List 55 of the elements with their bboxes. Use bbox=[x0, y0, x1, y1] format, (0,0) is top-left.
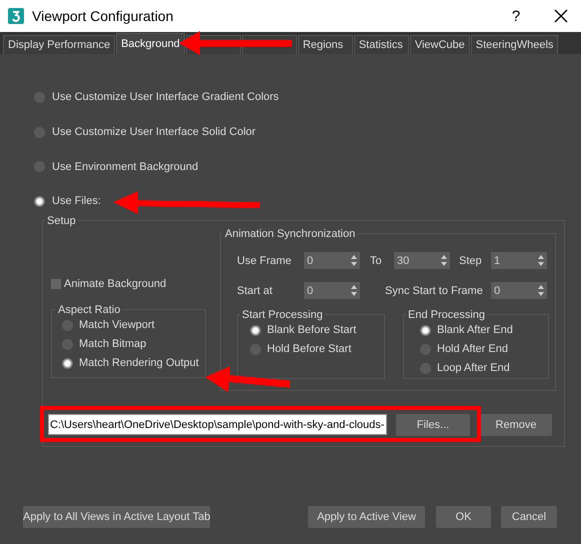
radio-button[interactable] bbox=[62, 358, 73, 369]
option-label: Use Customize User Interface Gradient Colors bbox=[52, 91, 279, 104]
number-spinner[interactable]: 0 bbox=[491, 282, 547, 300]
option-label: Blank Before Start bbox=[267, 324, 356, 336]
option-label: Match Rendering Output bbox=[79, 357, 199, 370]
ok-button[interactable]: OK bbox=[436, 506, 491, 528]
remove-button[interactable]: Remove bbox=[480, 414, 552, 436]
spinner-arrows-icon bbox=[351, 285, 357, 296]
tab[interactable]: ViewCube bbox=[410, 35, 470, 54]
option-label: Match Bitmap bbox=[79, 338, 146, 350]
option-label: Use Customize User Interface Solid Color bbox=[52, 126, 256, 138]
apply-active-button[interactable]: Apply to Active View bbox=[308, 506, 425, 528]
tab[interactable]: Background bbox=[116, 33, 185, 54]
files-button[interactable]: Files... bbox=[396, 414, 470, 436]
group-title: Aspect Ratio bbox=[57, 304, 122, 316]
cancel-button[interactable]: Cancel bbox=[501, 506, 557, 528]
option-label: Use Environment Background bbox=[52, 160, 198, 173]
group-title: Animation Synchronization bbox=[224, 228, 356, 240]
tab[interactable]: Statistics bbox=[354, 35, 409, 54]
checkbox[interactable] bbox=[51, 278, 61, 289]
radio-button[interactable] bbox=[250, 324, 261, 336]
help-button[interactable]: ? bbox=[501, 8, 531, 24]
tab[interactable]: SteeringWheels bbox=[470, 35, 558, 54]
checkbox-label: Animate Background bbox=[64, 278, 166, 290]
number-spinner[interactable]: 0 bbox=[304, 252, 360, 270]
number-spinner[interactable]: 30 bbox=[394, 252, 450, 270]
option-label: Loop After End bbox=[437, 362, 510, 374]
close-icon[interactable] bbox=[554, 9, 568, 23]
field-label: Step bbox=[459, 254, 483, 267]
group-title: End Processing bbox=[407, 308, 486, 321]
spinner-arrows-icon bbox=[441, 255, 447, 266]
option-label: Blank After End bbox=[437, 324, 513, 336]
spinner-arrows-icon bbox=[538, 285, 544, 296]
number-spinner[interactable]: 0 bbox=[304, 282, 360, 300]
field-label: Start at bbox=[237, 284, 274, 297]
number-spinner[interactable]: 1 bbox=[491, 252, 547, 270]
option-label: Hold Before Start bbox=[267, 343, 352, 356]
window-title: Viewport Configuration bbox=[32, 8, 174, 24]
option-label: Match Viewport bbox=[79, 319, 155, 332]
spinner-arrows-icon bbox=[538, 255, 544, 266]
spinner-arrows-icon bbox=[351, 255, 357, 266]
tab[interactable]: Display Performance bbox=[3, 35, 116, 54]
field-label: Sync Start to Frame bbox=[385, 284, 484, 297]
group-title: Setup bbox=[46, 214, 77, 227]
file-path-field[interactable]: C:\Users\heart\OneDrive\Desktop\sample\pond-with-sky-and-clouds- bbox=[48, 414, 387, 436]
radio-button[interactable] bbox=[34, 196, 45, 207]
app-logo-icon bbox=[8, 8, 24, 24]
field-label: To bbox=[370, 254, 383, 267]
tab[interactable]: Regions bbox=[298, 35, 353, 54]
radio-button[interactable] bbox=[420, 324, 431, 336]
option-label: Hold After End bbox=[437, 343, 508, 356]
option-label: Use Files: bbox=[52, 195, 101, 208]
apply-all-button[interactable]: Apply to All Views in Active Layout Tab bbox=[23, 506, 210, 528]
group-title: Start Processing bbox=[241, 308, 324, 321]
field-label: Use Frame bbox=[237, 254, 292, 267]
